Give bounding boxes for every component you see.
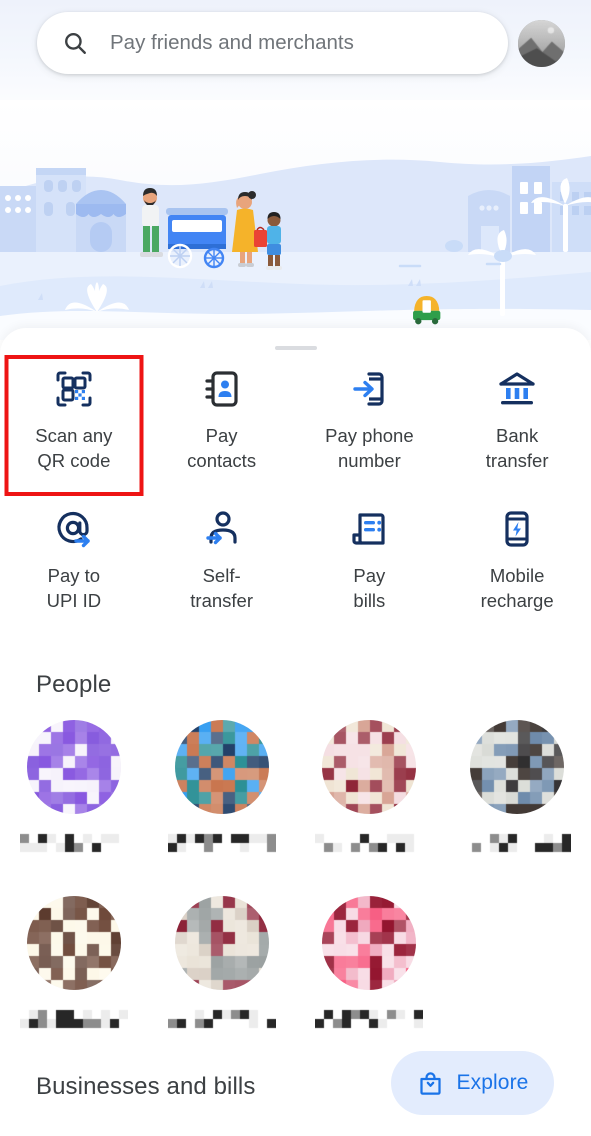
redacted-name-image <box>463 830 572 856</box>
phone-arrow-icon <box>349 369 389 409</box>
bottom-sheet: Scan any QR code Pay contacts Pay phone … <box>0 328 591 1136</box>
action-label: Scan any QR code <box>35 425 113 471</box>
shopping-bag-icon <box>419 1071 441 1095</box>
person-name-redacted <box>167 1006 276 1032</box>
quick-actions-grid: Scan any QR code Pay contacts Pay phone … <box>0 356 591 622</box>
businesses-section-title: Businesses and bills <box>36 1073 256 1100</box>
person-avatar <box>174 720 269 814</box>
redacted-name-image <box>167 1006 276 1032</box>
person-name-redacted <box>315 830 424 856</box>
person-name-redacted <box>167 830 276 856</box>
redacted-name-image <box>315 830 424 856</box>
pixelated-avatar-image <box>174 896 269 990</box>
pixelated-avatar-image <box>26 720 121 814</box>
search-input[interactable] <box>110 31 470 55</box>
action-self-transfer[interactable]: Self-transfer <box>148 496 296 622</box>
person-name-redacted <box>19 830 128 856</box>
person-tile[interactable] <box>148 896 296 1032</box>
person-tile[interactable] <box>296 896 444 1032</box>
action-mobile-recharge[interactable]: Mobile recharge <box>443 496 591 622</box>
action-label: Pay to UPI ID <box>46 565 102 611</box>
action-pay-bills[interactable]: Pay bills <box>296 496 444 622</box>
pixelated-avatar-image <box>322 896 417 990</box>
action-label: Pay phone number <box>325 425 414 471</box>
at-arrow-icon <box>54 509 94 549</box>
action-label: Bank transfer <box>485 425 549 471</box>
bank-icon <box>497 369 537 409</box>
person-avatar <box>26 896 121 990</box>
drag-handle[interactable] <box>274 346 317 350</box>
person-avatar <box>322 896 417 990</box>
pixelated-avatar-image <box>470 720 565 814</box>
bill-icon <box>349 509 389 549</box>
city-street-illustration <box>0 100 591 340</box>
action-label: Mobile recharge <box>480 565 554 611</box>
contacts-icon <box>202 369 242 409</box>
explore-button[interactable]: Explore <box>391 1051 554 1115</box>
person-avatar <box>322 720 417 814</box>
action-scan-qr[interactable]: Scan any QR code <box>0 356 148 482</box>
google-pay-home-screen: Scan anyQR code Paycontacts <box>0 0 591 1136</box>
person-arrow-icon <box>202 509 242 549</box>
redacted-name-image <box>19 1006 128 1032</box>
action-label: Pay bills <box>353 565 386 611</box>
avatar-image <box>518 20 565 67</box>
pixelated-avatar-image <box>174 720 269 814</box>
hero-illustration <box>0 100 591 340</box>
people-grid <box>0 720 591 1032</box>
qr-code-icon <box>54 369 94 409</box>
person-name-redacted <box>19 1006 128 1032</box>
phone-bolt-icon <box>497 509 537 549</box>
action-pay-to-upi-id[interactable]: Pay to UPI ID <box>0 496 148 622</box>
redacted-name-image <box>315 1006 424 1032</box>
action-label: Self-transfer <box>190 565 253 611</box>
person-tile[interactable] <box>0 720 148 856</box>
person-avatar <box>174 896 269 990</box>
person-avatar <box>26 720 121 814</box>
person-avatar <box>470 720 565 814</box>
person-tile[interactable] <box>443 720 591 856</box>
person-tile[interactable] <box>148 720 296 856</box>
redacted-name-image <box>19 830 128 856</box>
explore-label: Explore <box>456 1071 529 1094</box>
pixelated-avatar-image <box>26 896 121 990</box>
header <box>0 0 591 100</box>
person-name-redacted <box>315 1006 424 1032</box>
pixelated-avatar-image <box>322 720 417 814</box>
people-section-title: People <box>36 671 112 698</box>
person-tile[interactable] <box>296 720 444 856</box>
action-bank-transfer[interactable]: Bank transfer <box>443 356 591 482</box>
avatar[interactable] <box>518 20 565 67</box>
person-tile[interactable] <box>0 896 148 1032</box>
action-pay-contacts[interactable]: Pay contacts <box>148 356 296 482</box>
redacted-name-image <box>167 830 276 856</box>
action-label: Pay contacts <box>187 425 257 471</box>
search-icon <box>65 33 86 54</box>
search-bar[interactable] <box>37 12 508 74</box>
person-name-redacted <box>463 830 572 856</box>
action-pay-phone-number[interactable]: Pay phone number <box>296 356 444 482</box>
